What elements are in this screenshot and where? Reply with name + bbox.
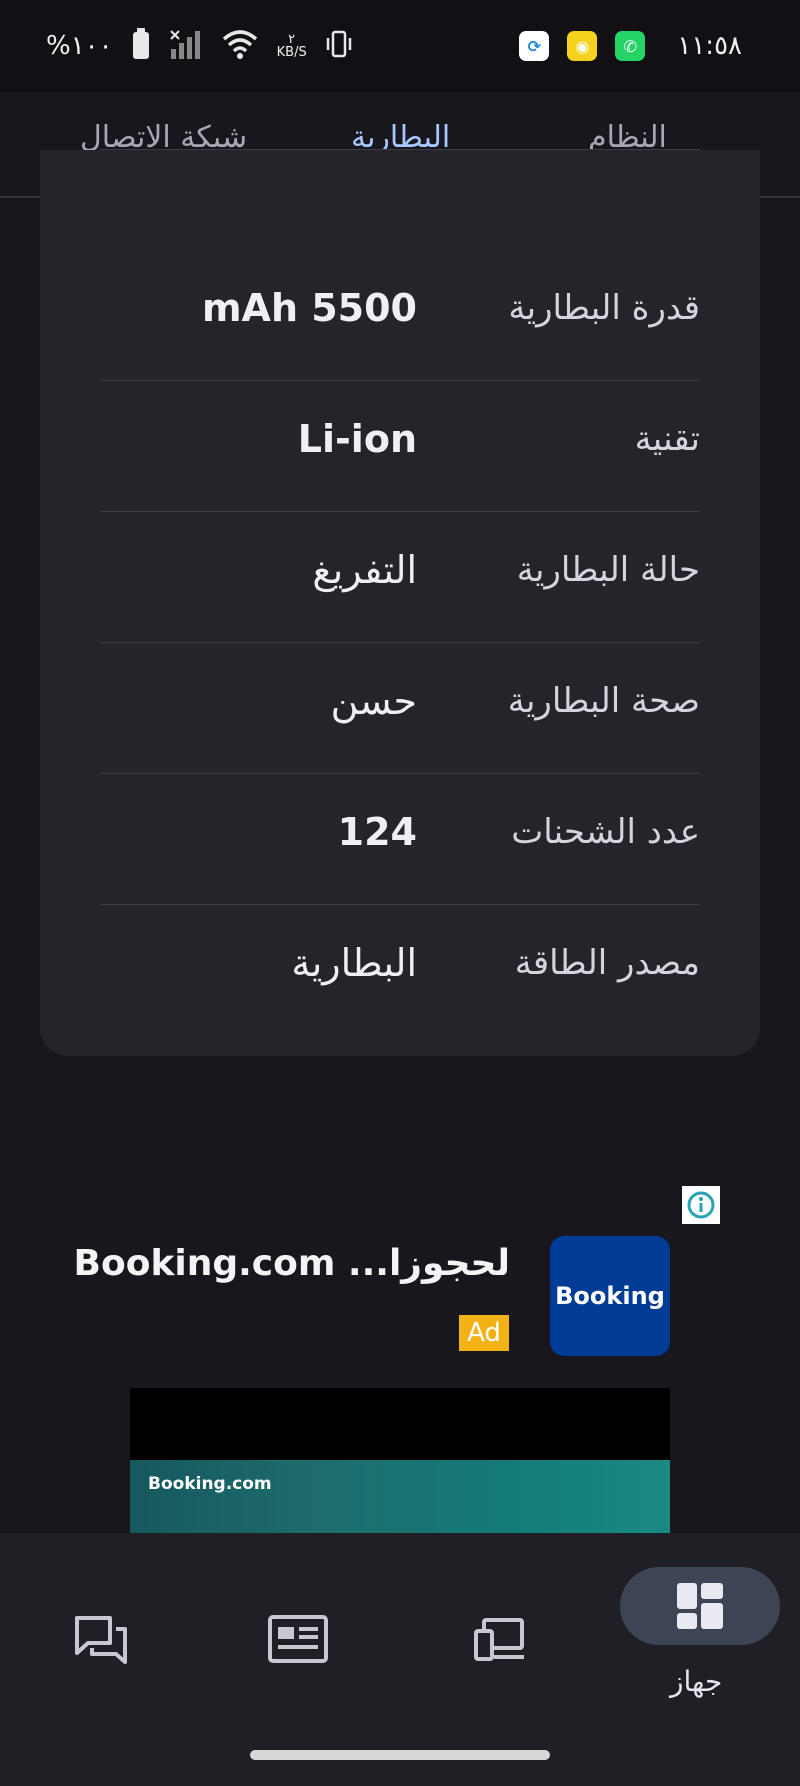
ad-badge: Ad xyxy=(459,1315,509,1351)
battery-row-status: حالة البطارية التفريغ xyxy=(100,512,700,643)
row-value: Li-ion xyxy=(297,417,417,461)
battery-row-clipped xyxy=(100,19,700,150)
row-value: التفريغ xyxy=(312,548,417,592)
forum-icon[interactable] xyxy=(74,1615,128,1669)
row-value: 124 xyxy=(337,810,417,854)
row-label: صحة البطارية xyxy=(507,681,700,721)
bottom-nav: جهاز xyxy=(0,1533,800,1786)
row-label: مصدر الطاقة xyxy=(514,943,700,983)
ad-media-image xyxy=(130,1460,670,1533)
battery-row-capacity: قدرة البطارية mAh 5500 xyxy=(100,250,700,381)
row-value: البطارية xyxy=(291,941,417,985)
ad-info-icon[interactable] xyxy=(682,1186,720,1224)
battery-row-power-source: مصدر الطاقة البطارية xyxy=(100,905,700,1036)
row-value: حسن xyxy=(330,679,417,723)
battery-row-technology: تقنية Li-ion xyxy=(100,381,700,512)
devices-icon[interactable] xyxy=(474,1617,526,1665)
battery-row-health: صحة البطارية حسن xyxy=(100,643,700,774)
ad-logo[interactable]: Booking xyxy=(550,1236,670,1356)
battery-info-card: قدرة البطارية mAh 5500 تقنية Li-ion حالة… xyxy=(40,149,760,1056)
ad-logo-text: Booking xyxy=(555,1282,665,1310)
row-label: عدد الشحنات xyxy=(511,812,700,852)
nav-label-device: جهاز xyxy=(670,1665,723,1698)
home-indicator[interactable] xyxy=(250,1750,550,1760)
row-value: mAh 5500 xyxy=(201,286,417,330)
ad-media[interactable]: Booking.com xyxy=(130,1388,670,1533)
row-label: حالة البطارية xyxy=(516,550,700,590)
row-label: تقنية xyxy=(634,419,700,459)
row-label: قدرة البطارية xyxy=(508,288,700,328)
ad-media-brand: Booking.com xyxy=(148,1474,272,1494)
news-icon[interactable] xyxy=(268,1615,328,1667)
dashboard-icon xyxy=(677,1583,723,1633)
battery-row-charge-count: عدد الشحنات 124 xyxy=(100,774,700,905)
ad-title[interactable]: Booking.com ...لحجوزا xyxy=(74,1243,510,1284)
